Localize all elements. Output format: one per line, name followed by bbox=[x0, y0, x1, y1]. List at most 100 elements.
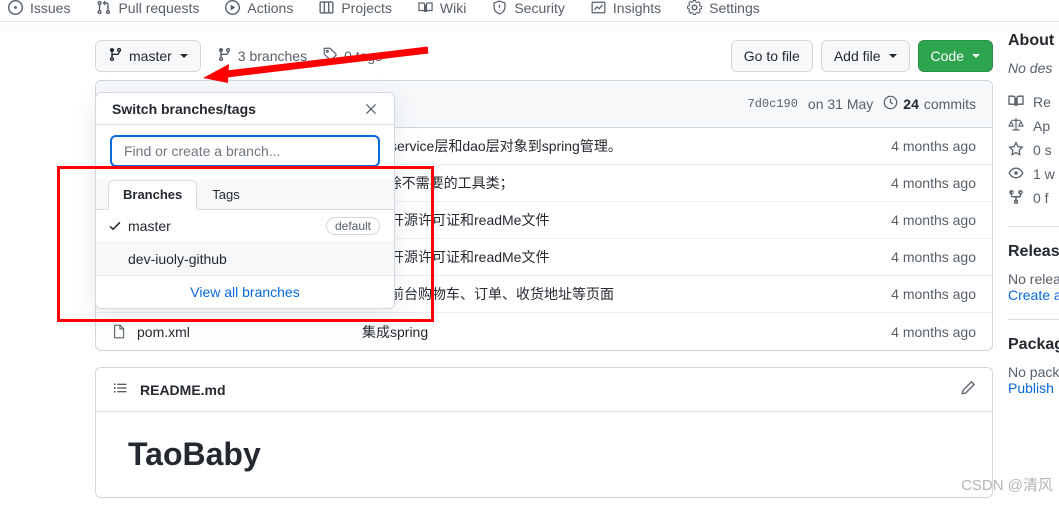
chevron-down-icon bbox=[179, 54, 188, 58]
commit-sha[interactable]: 7d0c190 bbox=[748, 97, 798, 111]
commits-label: commits bbox=[923, 96, 976, 112]
graph-icon bbox=[591, 0, 606, 15]
file-name-cell[interactable]: pom.xml bbox=[112, 324, 362, 340]
nav-item-label: Wiki bbox=[439, 0, 467, 16]
sidebar-item-label: Ap bbox=[1033, 118, 1051, 134]
sidebar-divider bbox=[1008, 319, 1059, 320]
nav-item-label: Projects bbox=[341, 0, 392, 16]
packages-empty-text: No pack bbox=[1008, 364, 1059, 380]
close-icon[interactable] bbox=[364, 102, 378, 116]
nav-strip-background bbox=[0, 22, 1059, 32]
readme-header: README.md bbox=[96, 368, 992, 412]
publish-package-link[interactable]: Publish bbox=[1008, 380, 1059, 396]
add-file-label: Add file bbox=[833, 48, 881, 64]
branch-search-wrapper bbox=[96, 125, 394, 179]
star-icon bbox=[1008, 140, 1024, 160]
readme-body: TaoBaby bbox=[96, 412, 992, 497]
code-button[interactable]: Code bbox=[917, 40, 993, 72]
tags-count-label: 0 tags bbox=[344, 48, 383, 64]
commit-date: on 31 May bbox=[807, 96, 874, 112]
nav-item-settings[interactable]: Settings bbox=[687, 0, 760, 15]
nav-item-actions[interactable]: Actions bbox=[225, 0, 293, 15]
file-commit-message[interactable]: 添加开源许可证和readMe文件 bbox=[362, 247, 891, 267]
pencil-icon[interactable] bbox=[960, 380, 976, 399]
file-age: 4 months ago bbox=[891, 138, 976, 154]
nav-item-insights[interactable]: Insights bbox=[591, 0, 661, 15]
gear-icon bbox=[687, 0, 703, 15]
nav-item-projects[interactable]: Projects bbox=[319, 0, 392, 15]
law-icon bbox=[1008, 117, 1024, 136]
shield-icon bbox=[492, 0, 507, 15]
sidebar-item-label: Re bbox=[1033, 94, 1051, 110]
readme-title: README.md bbox=[112, 380, 226, 399]
file-age: 4 months ago bbox=[891, 249, 976, 265]
branch-option-label: master bbox=[128, 218, 171, 234]
go-to-file-label: Go to file bbox=[743, 48, 800, 64]
packages-title: Packag bbox=[1008, 336, 1059, 353]
readme-filename: README.md bbox=[140, 381, 226, 398]
table-row[interactable]: pom.xml 集成spring 4 months ago bbox=[96, 313, 992, 350]
history-icon bbox=[883, 95, 898, 113]
branch-search-input[interactable] bbox=[110, 135, 380, 167]
branch-meta: 3 branches 0 tags bbox=[217, 47, 382, 65]
code-label: Code bbox=[930, 48, 964, 64]
check-icon bbox=[108, 219, 128, 233]
branch-dropdown-title: Switch branches/tags bbox=[112, 100, 256, 117]
git-branch-icon bbox=[108, 47, 123, 65]
sidebar-item-watchers[interactable]: 1 w bbox=[1008, 162, 1059, 186]
sidebar-divider bbox=[1008, 226, 1059, 227]
file-commit-message[interactable]: 集成spring bbox=[362, 322, 891, 342]
file-commit-message[interactable]: 修改service层和dao层对象到spring管理。 bbox=[362, 136, 891, 156]
sidebar-item-label: 0 s bbox=[1033, 142, 1052, 158]
file-commit-message[interactable]: 添加开源许可证和readMe文件 bbox=[362, 210, 891, 230]
tab-tags[interactable]: Tags bbox=[197, 180, 254, 210]
view-all-branches-link[interactable]: View all branches bbox=[96, 276, 394, 308]
releases-empty-text: No relea bbox=[1008, 271, 1059, 287]
file-commit-message[interactable]: 1.删除不需要的工具类； bbox=[362, 173, 891, 193]
branches-count[interactable]: 3 branches bbox=[217, 47, 307, 65]
issue-opened-icon bbox=[8, 0, 23, 15]
go-to-file-button[interactable]: Go to file bbox=[730, 40, 813, 72]
nav-item-security[interactable]: Security bbox=[492, 0, 565, 15]
tags-count[interactable]: 0 tags bbox=[323, 47, 382, 65]
file-age: 4 months ago bbox=[891, 212, 976, 228]
tab-branches-label: Branches bbox=[123, 187, 183, 202]
nav-item-pull-requests[interactable]: Pull requests bbox=[96, 0, 199, 15]
tab-branches[interactable]: Branches bbox=[108, 180, 198, 210]
branch-bar: master 3 branches 0 tags Go to file Add … bbox=[95, 32, 993, 80]
branch-option-master[interactable]: master default bbox=[96, 210, 394, 243]
create-release-link[interactable]: Create a bbox=[1008, 287, 1059, 303]
sidebar-item-forks[interactable]: 0 f bbox=[1008, 186, 1059, 210]
chevron-down-icon bbox=[972, 54, 980, 58]
add-file-button[interactable]: Add file bbox=[820, 40, 910, 72]
nav-item-label: Security bbox=[514, 0, 565, 16]
chevron-down-icon bbox=[888, 54, 897, 58]
nav-item-label: Pull requests bbox=[118, 0, 200, 16]
sidebar-item-readme[interactable]: Re bbox=[1008, 90, 1059, 114]
book-icon bbox=[1008, 93, 1024, 112]
default-badge: default bbox=[325, 217, 380, 235]
tag-icon bbox=[323, 47, 338, 65]
nav-item-wiki[interactable]: Wiki bbox=[418, 0, 466, 15]
file-commit-message[interactable]: 完成前台购物车、订单、收货地址等页面 bbox=[362, 284, 891, 304]
list-unordered-icon[interactable] bbox=[112, 380, 128, 399]
sidebar-item-label: 0 f bbox=[1033, 190, 1049, 206]
file-icon bbox=[112, 324, 127, 339]
about-title: About bbox=[1008, 32, 1055, 49]
play-icon bbox=[225, 0, 241, 15]
sidebar-item-stars[interactable]: 0 s bbox=[1008, 138, 1059, 162]
branch-selector-button[interactable]: master bbox=[95, 40, 201, 72]
commits-count[interactable]: 24 commits bbox=[883, 95, 976, 113]
file-age: 4 months ago bbox=[891, 175, 976, 191]
nav-item-issues[interactable]: Issues bbox=[8, 0, 70, 15]
branch-option-dev[interactable]: dev-iuoly-github bbox=[96, 243, 394, 276]
file-age: 4 months ago bbox=[891, 286, 976, 302]
git-branch-icon bbox=[217, 47, 232, 65]
commits-number: 24 bbox=[903, 96, 919, 112]
branch-actions: Go to file Add file Code bbox=[730, 40, 993, 72]
sidebar-item-license[interactable]: Ap bbox=[1008, 114, 1059, 138]
nav-item-label: Issues bbox=[30, 0, 71, 16]
git-pull-request-icon bbox=[96, 0, 111, 15]
nav-item-label: Settings bbox=[709, 0, 760, 16]
branch-option-label: dev-iuoly-github bbox=[128, 251, 227, 267]
